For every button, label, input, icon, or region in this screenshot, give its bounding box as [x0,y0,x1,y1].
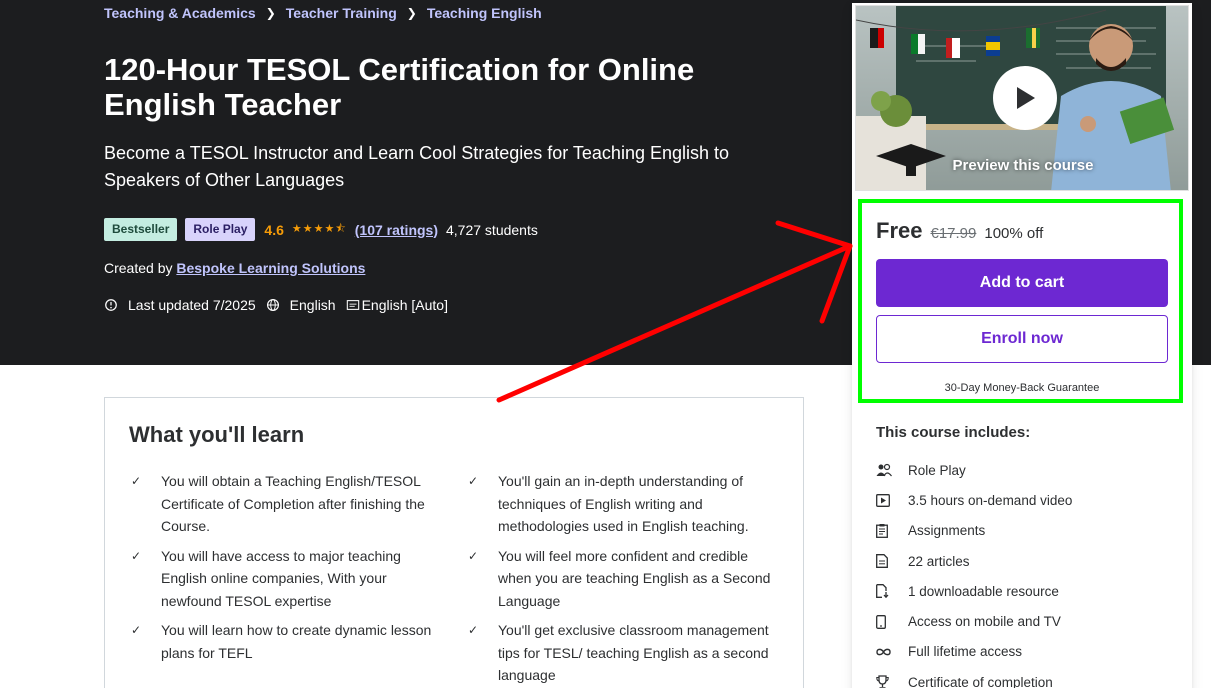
article-icon [876,554,908,568]
includes-item: Assignments [876,516,1166,546]
language: English [266,297,336,313]
assignment-icon [876,523,908,538]
check-icon: ✓ [468,474,479,488]
enroll-now-button[interactable]: Enroll now [876,315,1168,363]
students-count: 4,727 students [446,221,538,238]
includes-item: 1 downloadable resource [876,576,1166,606]
includes-item: Certificate of completion [876,667,1166,688]
role-play-icon [876,463,908,477]
globe-icon [266,299,279,311]
chevron-right-icon: ❯ [265,6,276,20]
course-meta: Last updated 7/2025 English English [Aut… [104,297,458,313]
breadcrumb: Teaching & Academics ❯ Teacher Training … [104,5,542,21]
learn-item: ✓ You'll get exclusive classroom manageme… [466,619,776,687]
includes-item: Full lifetime access [876,637,1166,667]
language-text: English [289,297,336,313]
check-icon: ✓ [131,623,142,637]
includes-item: Access on mobile and TV [876,606,1166,636]
mobile-icon [876,614,908,629]
star-rating-icon: ★★★★⯪ [291,223,347,235]
money-back-guarantee: 30-Day Money-Back Guarantee [944,382,1100,394]
purchase-sidebar: Preview this course Free €17.99 100% off… [852,3,1192,688]
includes-item: Role Play [876,455,1166,485]
alert-clock-icon [105,299,117,311]
rating-value: 4.6 [264,221,284,238]
play-button[interactable] [993,66,1057,130]
learn-item: ✓ You'll gain an in-depth understanding o… [466,470,776,538]
breadcrumb-item-teaching-english[interactable]: Teaching English [427,5,542,21]
check-icon: ✓ [131,474,142,488]
check-icon: ✓ [468,548,479,563]
created-by-label: Created by [104,260,173,276]
captions-text: English [Auto] [361,297,448,313]
learn-item: ✓ You will have access to major teaching … [129,545,439,613]
created-by: Created by Bespoke Learning Solutions [104,260,365,276]
includes-list: Role Play 3.5 hours on-demand video Assi… [876,455,1166,688]
breadcrumb-item-teaching-academics[interactable]: Teaching & Academics [104,5,256,21]
download-icon [876,584,908,599]
learn-item: ✓ You will obtain a Teaching English/TESO… [129,470,439,538]
ratings-count-link[interactable]: (107 ratings) [355,222,438,238]
course-subtitle: Become a TESOL Instructor and Learn Cool… [104,143,730,190]
play-icon [1017,87,1035,109]
bestseller-badge: Bestseller [104,218,178,241]
video-icon [876,493,908,507]
closed-captions-icon [346,300,359,310]
last-updated: Last updated 7/2025 [104,297,256,313]
instructor-link[interactable]: Bespoke Learning Solutions [176,260,365,276]
includes-item: 3.5 hours on-demand video [876,485,1166,515]
trophy-icon [876,675,908,688]
captions: English [Auto] [346,297,448,313]
discount-percent: 100% off [984,225,1044,242]
check-icon: ✓ [468,623,479,637]
learn-item: ✓ You will learn how to create dynamic le… [129,619,439,664]
learn-item: ✓ You will feel more confident and credib… [466,545,776,613]
course-badges-row: Bestseller Role Play 4.6 ★★★★⯪ (107 rati… [104,218,538,241]
learn-column-left: ✓ You will obtain a Teaching English/TESO… [129,470,439,671]
course-title: 120-Hour TESOL Certification for Online … [104,52,695,122]
what-youll-learn-box: What you'll learn ✓ You will obtain a Tea… [104,397,804,688]
current-price: Free [876,218,923,243]
includes-item: 22 articles [876,546,1166,576]
check-icon: ✓ [131,548,142,563]
course-preview-video[interactable]: Preview this course [855,5,1189,191]
learn-column-right: ✓ You'll gain an in-depth understanding o… [466,470,776,688]
learn-heading: What you'll learn [129,422,305,447]
role-play-badge: Role Play [185,218,256,241]
infinity-icon [876,648,908,656]
price-row: Free €17.99 100% off [876,218,1043,244]
original-price: €17.99 [930,225,977,242]
chevron-right-icon: ❯ [406,6,417,20]
includes-heading: This course includes: [876,424,1031,441]
add-to-cart-button[interactable]: Add to cart [876,259,1168,307]
preview-course-label: Preview this course [952,157,1094,174]
last-updated-text: Last updated 7/2025 [128,297,256,313]
breadcrumb-item-teacher-training[interactable]: Teacher Training [286,5,397,21]
